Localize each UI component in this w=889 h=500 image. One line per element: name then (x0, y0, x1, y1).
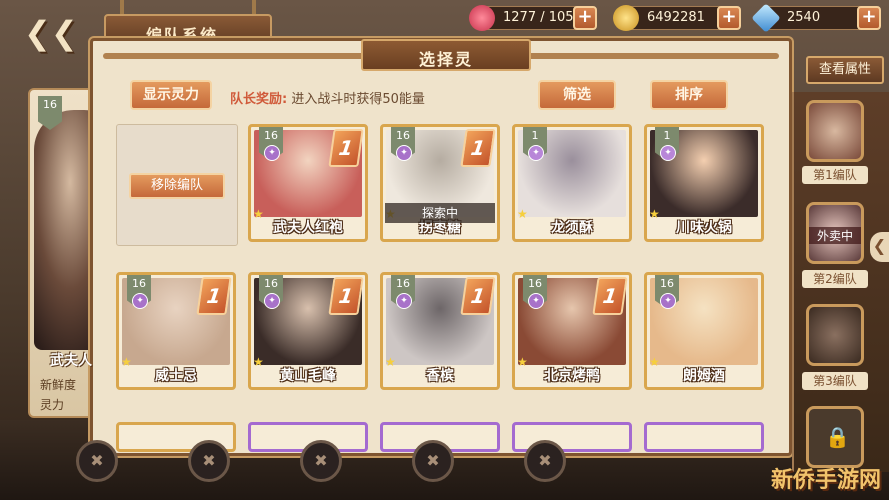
rank-badge: 1 (196, 277, 232, 315)
team1-slot[interactable] (806, 100, 864, 162)
stamina-value: 1277 / 105 (503, 10, 574, 25)
character-card[interactable]: 1 ✦ ★ 龙须酥 (512, 124, 632, 242)
spirit-label: 灵力 (40, 398, 65, 412)
lock-icon: 🔒 (825, 425, 850, 449)
card-name: 龙须酥 (551, 220, 593, 236)
cutlery-icon[interactable]: ✖ (76, 440, 118, 482)
card-name: 朗姆酒 (683, 368, 725, 384)
back-arrow-icon: ❮❮ (24, 14, 78, 52)
cutlery-icon[interactable]: ✖ (300, 440, 342, 482)
add-stamina-button[interactable]: + (573, 6, 597, 30)
remove-from-team-button[interactable]: 移除编队 (129, 173, 225, 199)
card-name: 川味火锅 (676, 220, 732, 236)
element-icon: ✦ (660, 145, 676, 161)
character-card[interactable]: 16 ✦ 1 ★ 黄山毛峰 (248, 272, 368, 390)
rank-badge: 1 (592, 277, 628, 315)
site-watermark: 新侨手游网 (770, 468, 881, 493)
team2-status: 外卖中 (809, 227, 861, 244)
sort-button[interactable]: 排序 (650, 80, 728, 110)
gem-value: 2540 (787, 10, 821, 25)
exploring-tag: 探索中 (385, 203, 495, 223)
character-card[interactable]: 16 ✦ ★ 朗姆酒 (644, 272, 764, 390)
element-icon: ✦ (660, 293, 676, 309)
cutlery-icon[interactable]: ✖ (524, 440, 566, 482)
team2-slot[interactable]: 外卖中 (806, 202, 864, 264)
cutlery-icon[interactable]: ✖ (412, 440, 454, 482)
card-name: 黄山毛峰 (280, 368, 336, 384)
rank-badge: 1 (460, 277, 496, 315)
team2-label: 第2编队 (802, 270, 868, 288)
freshness-label: 新鲜度 (40, 378, 77, 392)
card-name: 威士忌 (155, 368, 197, 384)
character-card[interactable]: 16 ✦ 1 ★ 香槟 (380, 272, 500, 390)
element-icon: ✦ (396, 293, 412, 309)
expand-arrow-icon[interactable]: ❮ (870, 232, 889, 262)
filter-button[interactable]: 筛选 (538, 80, 616, 110)
captain-bonus-label: 队长奖励: (230, 92, 288, 107)
modal-title: 选择灵 (418, 50, 473, 69)
rank-badge: 1 (328, 277, 364, 315)
cutlery-icon[interactable]: ✖ (188, 440, 230, 482)
character-card-partial[interactable] (644, 422, 764, 452)
leader-name: 武夫人 (50, 353, 92, 369)
rank-badge: 1 (460, 129, 496, 167)
back-button[interactable]: ❮❮ (0, 0, 100, 60)
show-spirit-button[interactable]: 显示灵力 (130, 80, 212, 110)
heart-icon (469, 5, 495, 31)
element-icon: ✦ (528, 145, 544, 161)
coin-value: 6492281 (647, 10, 705, 25)
add-coins-button[interactable]: + (717, 6, 741, 30)
coin-icon (613, 5, 639, 31)
gem-counter: 2540 + (751, 3, 881, 33)
character-card[interactable]: 16✦1★拐枣糖探索中 (380, 124, 500, 242)
team4-locked-slot[interactable]: 🔒 (806, 406, 864, 468)
element-icon: ✦ (396, 145, 412, 161)
view-attributes-button[interactable]: 查看属性 (806, 56, 884, 84)
add-gems-button[interactable]: + (857, 6, 881, 30)
character-card[interactable]: 16 ✦ 1 ★ 威士忌 (116, 272, 236, 390)
captain-bonus-text: 进入战斗时获得50能量 (291, 92, 425, 107)
team1-label: 第1编队 (802, 166, 868, 184)
rank-badge: 1 (328, 129, 364, 167)
character-card[interactable]: 1 ✦ ★ 川味火锅 (644, 124, 764, 242)
element-icon: ✦ (264, 293, 280, 309)
card-name: 香槟 (426, 368, 454, 384)
stamina-counter: 1277 / 105 + (469, 5, 597, 31)
remove-from-team-slot: 移除编队 (116, 124, 238, 246)
card-name: 武夫人红袍 (273, 220, 343, 236)
captain-bonus: 队长奖励: 进入战斗时获得50能量 (230, 88, 425, 107)
element-icon: ✦ (264, 145, 280, 161)
team3-label: 第3编队 (802, 372, 868, 390)
card-name: 北京烤鸭 (544, 368, 600, 384)
character-card[interactable]: 16 ✦ 1 ★ 武夫人红袍 (248, 124, 368, 242)
element-icon: ✦ (528, 293, 544, 309)
team3-slot[interactable] (806, 304, 864, 366)
element-icon: ✦ (132, 293, 148, 309)
coin-counter: 6492281 + (613, 5, 741, 31)
character-card[interactable]: 16 ✦ 1 ★ 北京烤鸭 (512, 272, 632, 390)
modal-title-plaque: 选择灵 (361, 39, 531, 71)
